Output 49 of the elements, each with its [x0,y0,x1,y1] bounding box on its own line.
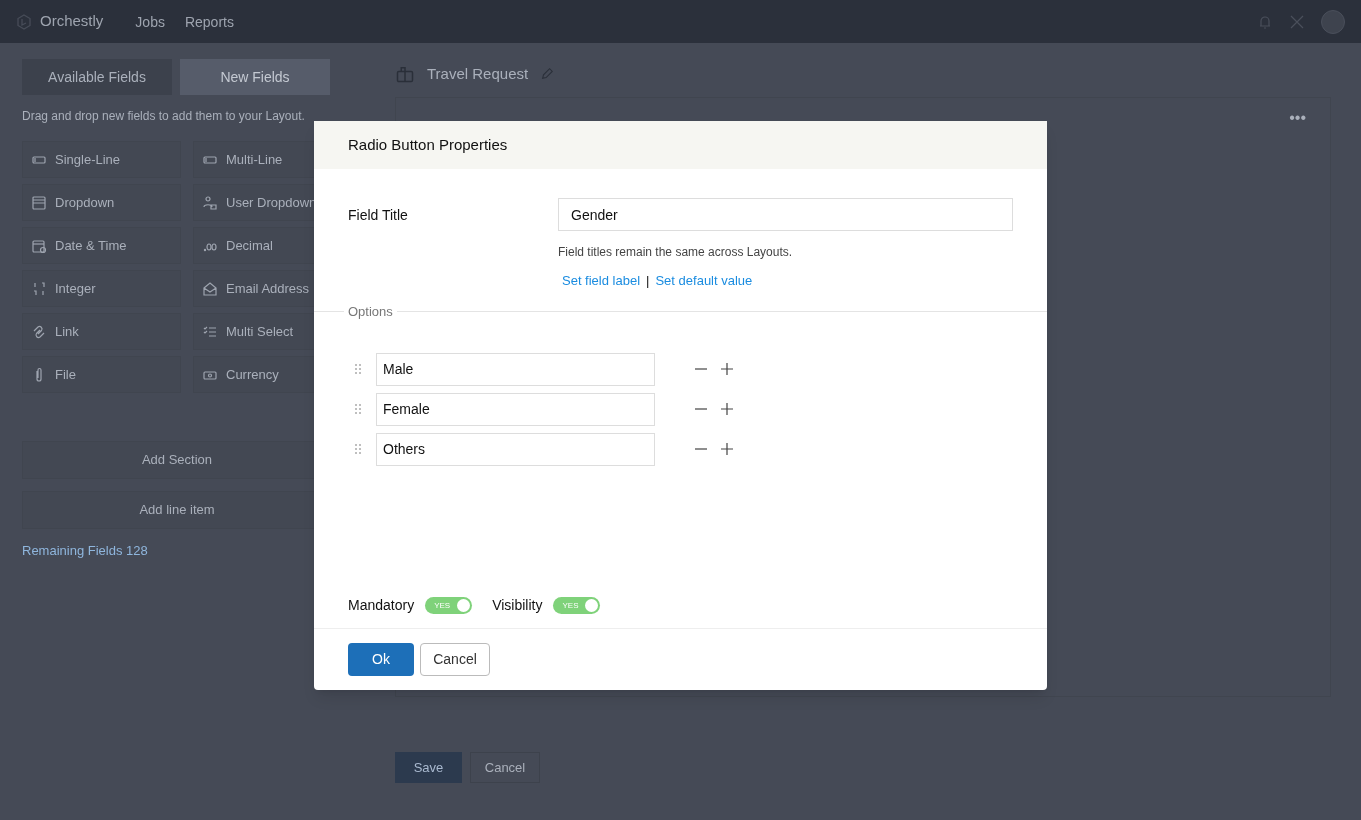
field-type-item[interactable]: Dropdown [22,184,181,221]
add-option-button[interactable] [719,401,735,417]
nav-link[interactable]: Reports [184,11,234,32]
add-option-button[interactable] [719,361,735,377]
plus-icon [721,403,733,415]
save-button[interactable]: Save [395,752,462,783]
list-icon [31,194,47,211]
toggle-label: Visibility [492,596,543,615]
cancel-button[interactable]: Cancel [470,752,540,783]
drag-handle-icon[interactable] [354,363,362,375]
field-type-item[interactable]: File [22,356,181,393]
field-type-item[interactable]: Integer [22,270,181,307]
field-title-input[interactable]: Gender [558,198,1013,231]
envelope-icon [202,280,218,297]
panel-tab[interactable]: New Fields [180,59,330,95]
link-separator: | [646,272,650,290]
set-default-value-link[interactable]: Set default value [655,271,753,291]
panel-tab[interactable]: Available Fields [22,59,172,95]
plus-icon [721,363,733,375]
layout-title: Travel Request [427,63,529,84]
calendar-icon [31,237,47,254]
option-input[interactable]: Male [376,352,655,386]
user-icon [202,194,218,211]
toggle-label: Mandatory [348,596,415,615]
cancel-button[interactable]: Cancel [420,643,490,676]
more-icon[interactable]: ••• [1289,110,1306,126]
drag-handle-icon[interactable] [354,443,362,455]
numbers-icon [31,280,47,297]
luggage-icon [395,64,415,84]
nav-link[interactable]: Jobs [135,11,165,32]
field-type-item[interactable]: Link [22,313,181,350]
bell-icon[interactable] [1257,13,1273,30]
remaining-fields-count: Remaining Fields 128 [22,542,149,560]
pencil-icon[interactable] [540,67,555,81]
ok-button[interactable]: Ok [348,643,414,676]
brand-name: Orchestly [40,11,104,32]
field-type-item[interactable]: Single-Line [22,141,181,178]
drag-handle-icon[interactable] [354,403,362,415]
field-type-item[interactable]: Date & Time [22,227,181,264]
avatar[interactable] [1321,9,1345,34]
add-option-button[interactable] [719,441,735,457]
panel-hint: Drag and drop new fields to add them to your Layout. [22,108,306,125]
field-title-note: Field titles remain the same across Layouts. [558,244,794,261]
hexagon-logo-icon [16,13,32,30]
option-input[interactable]: Female [376,392,655,426]
link-icon [31,323,47,340]
option-input[interactable]: Others [376,432,655,466]
plus-icon [721,443,733,455]
set-field-label-link[interactable]: Set field label [562,271,641,291]
